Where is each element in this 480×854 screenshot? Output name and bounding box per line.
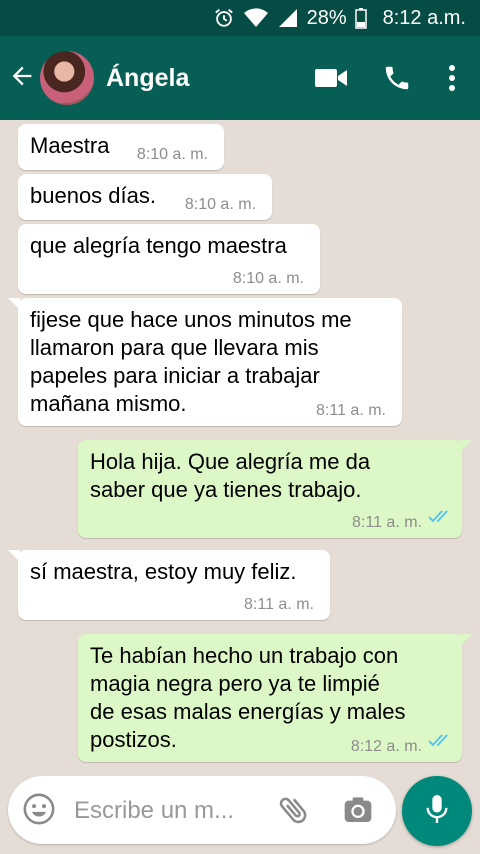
- back-button[interactable]: [0, 36, 36, 120]
- message-incoming[interactable]: Maestra 8:10 a. m.: [18, 124, 224, 170]
- message-time: 8:11 a. m.: [244, 596, 314, 613]
- message-time: 8:10 a. m.: [136, 146, 208, 163]
- status-bar: 28% 8:12 a.m.: [0, 0, 480, 36]
- message-incoming[interactable]: sí maestra, estoy muy feliz. 8:11 a. m.: [8, 550, 330, 620]
- message-input-bar: [8, 776, 396, 844]
- wifi-icon: [243, 7, 269, 29]
- double-check-icon: [428, 726, 452, 754]
- message-time: 8:11 a. m.: [352, 514, 422, 531]
- emoji-icon[interactable]: [22, 792, 56, 831]
- chat-area[interactable]: Maestra 8:10 a. m. buenos días. 8:10 a. …: [0, 120, 480, 774]
- battery-percent: 28%: [306, 6, 347, 29]
- attach-icon[interactable]: [276, 792, 312, 833]
- message-text: que alegría tengo maestra: [30, 233, 287, 258]
- message-time: 8:12 a. m.: [350, 738, 422, 755]
- message-outgoing[interactable]: Hola hija. Que alegría me da saber que y…: [78, 440, 472, 538]
- message-outgoing[interactable]: Te habían hecho un trabajo con magia neg…: [78, 634, 472, 762]
- mic-button[interactable]: [402, 776, 472, 846]
- message-incoming[interactable]: fijese que hace unos minutos me llamaron…: [8, 298, 402, 426]
- message-time: 8:11 a. m.: [316, 402, 386, 419]
- message-time: 8:10 a. m.: [184, 196, 256, 213]
- chat-header: Ángela: [0, 36, 480, 120]
- message-input[interactable]: [72, 794, 276, 828]
- video-call-icon[interactable]: [314, 66, 348, 90]
- mic-icon: [423, 792, 451, 831]
- contact-name[interactable]: Ángela: [106, 64, 314, 93]
- more-options-icon[interactable]: [448, 64, 456, 92]
- alarm-icon: [213, 7, 235, 29]
- double-check-icon: [428, 502, 452, 530]
- message-time: 8:10 a. m.: [232, 270, 304, 287]
- avatar[interactable]: [40, 51, 94, 105]
- signal-icon: [277, 7, 299, 29]
- message-text: sí maestra, estoy muy feliz.: [30, 559, 297, 584]
- message-incoming[interactable]: buenos días. 8:10 a. m.: [18, 174, 272, 220]
- battery-icon: [354, 7, 367, 29]
- phone-icon[interactable]: [382, 63, 412, 93]
- back-arrow-icon: [8, 62, 36, 95]
- camera-icon[interactable]: [342, 794, 374, 831]
- message-text: Hola hija. Que alegría me da saber que y…: [90, 449, 371, 502]
- status-time: 8:12 a.m.: [382, 6, 466, 29]
- message-incoming[interactable]: que alegría tengo maestra 8:10 a. m.: [18, 224, 320, 294]
